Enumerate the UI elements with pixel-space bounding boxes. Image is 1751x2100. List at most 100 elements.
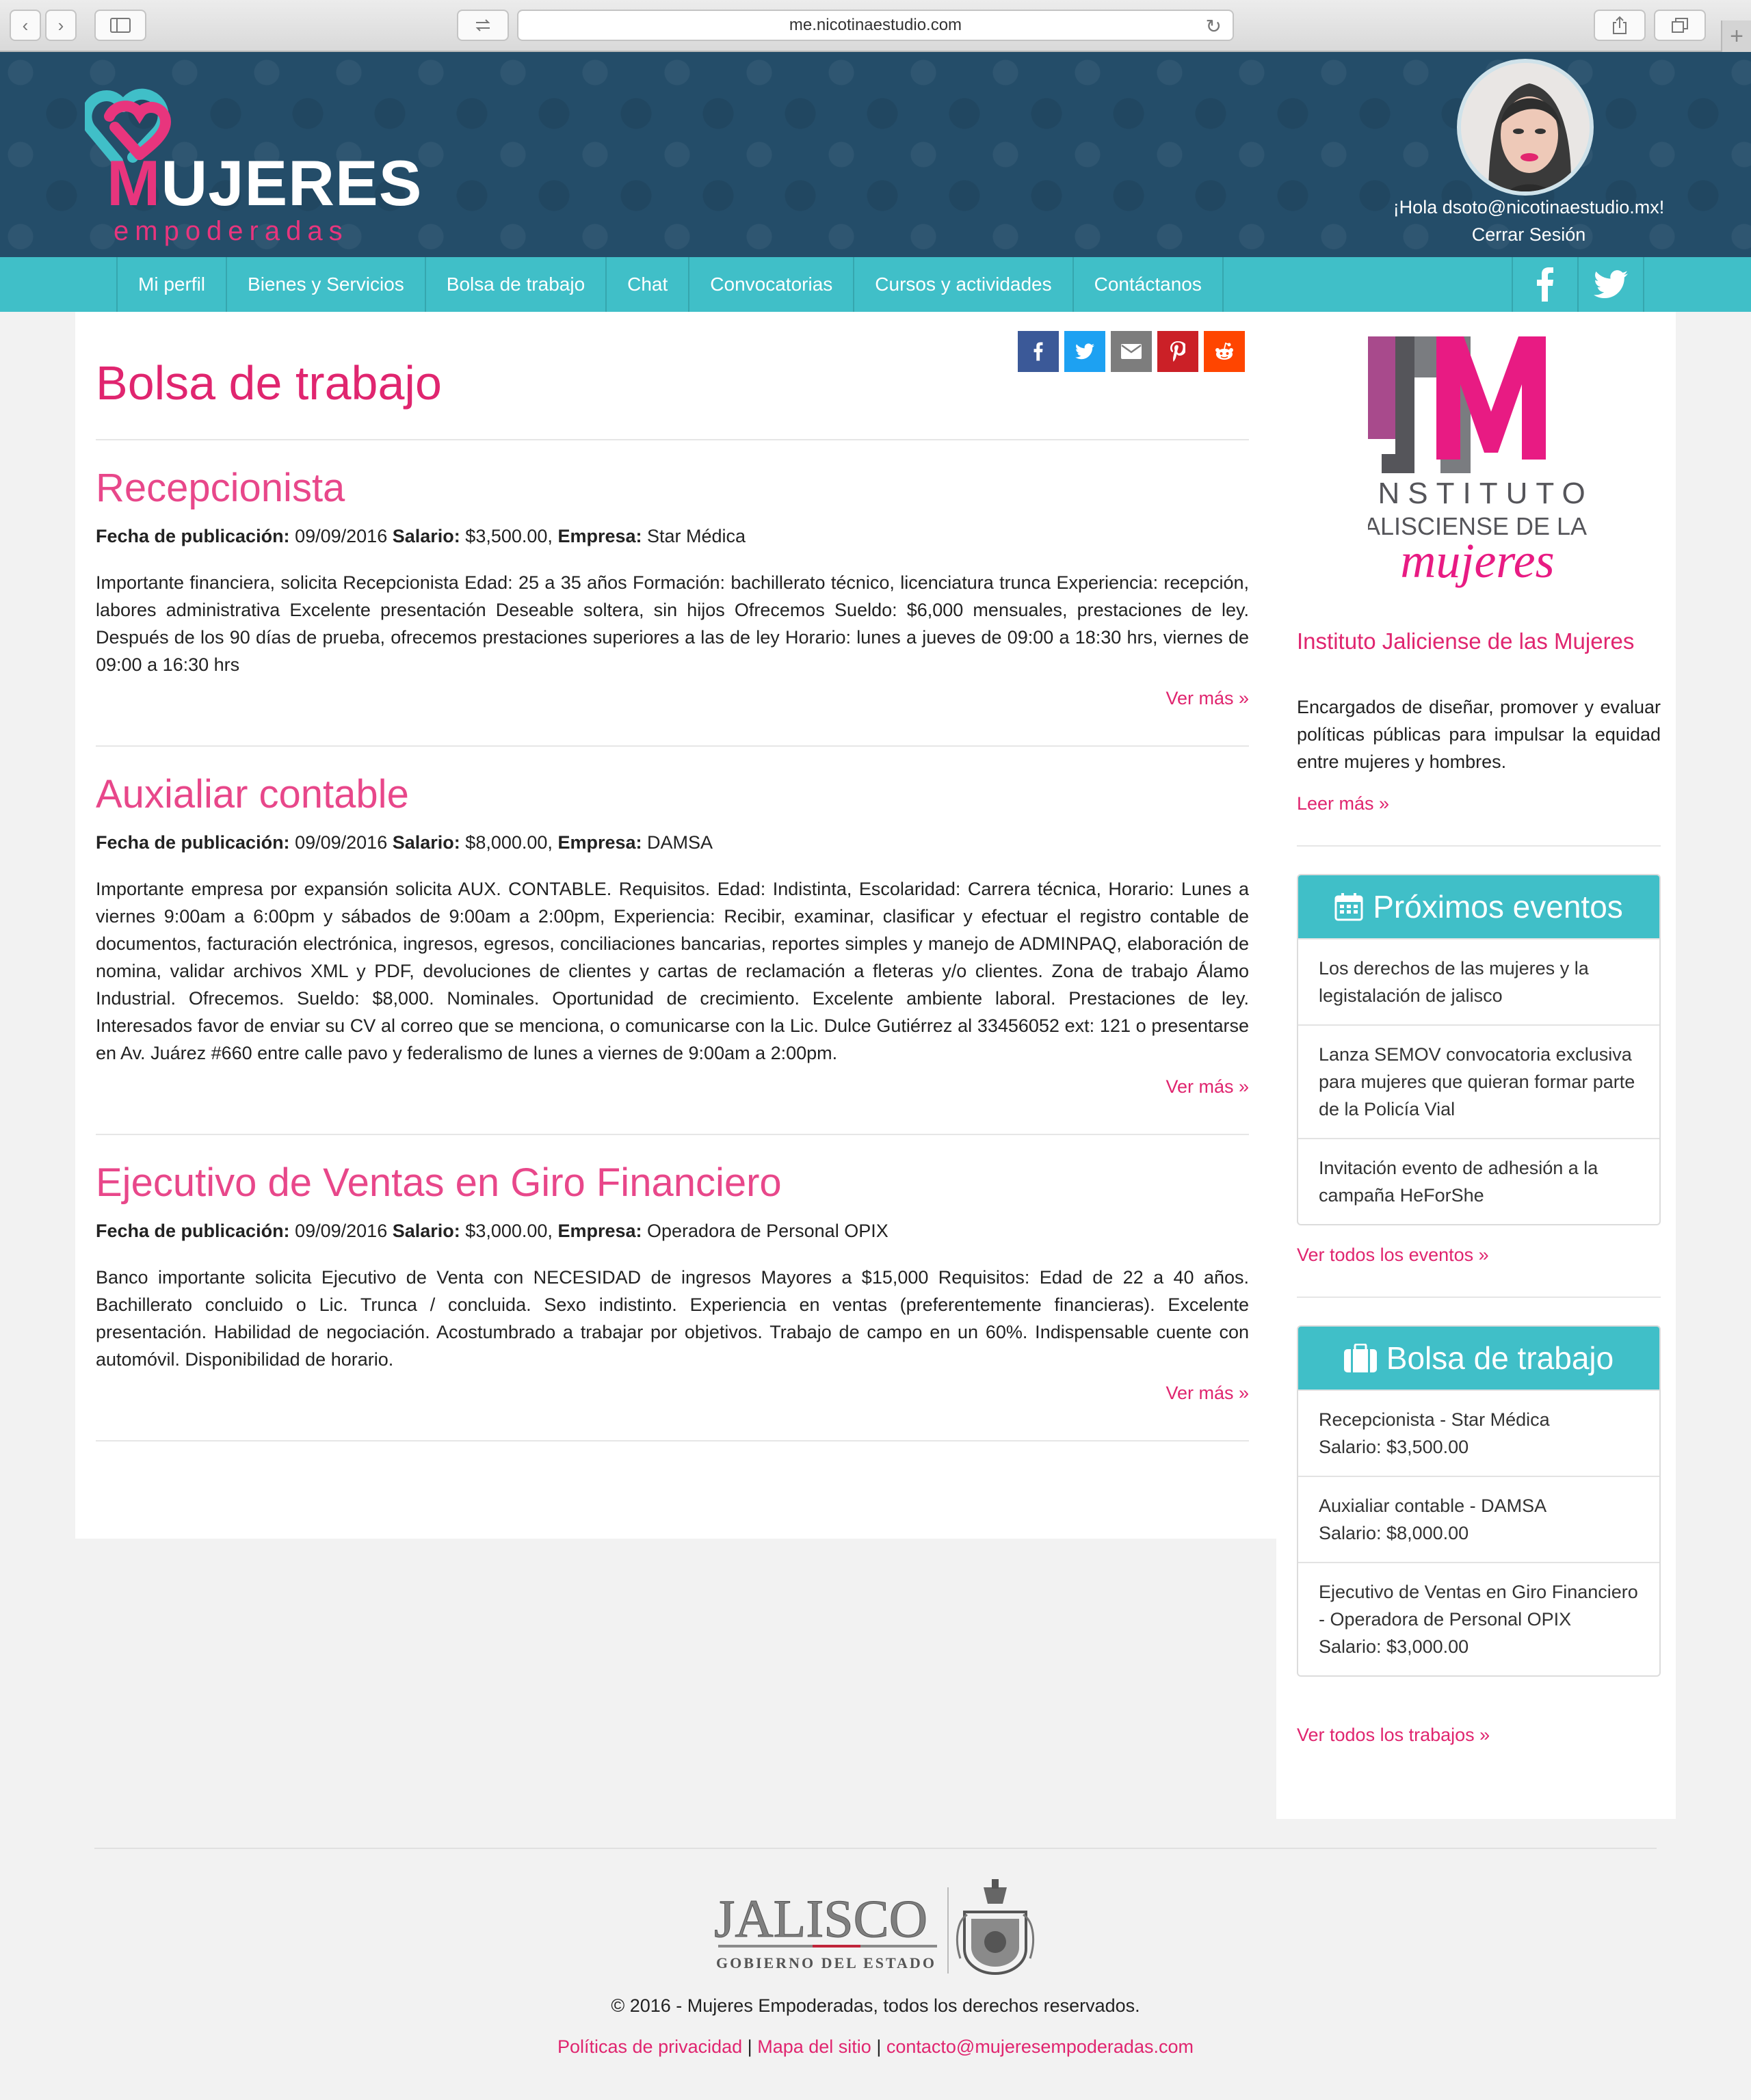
share-button[interactable] [1594,10,1646,41]
job-title[interactable]: Auxialiar contable [96,771,1249,817]
ver-mas-link[interactable]: Ver más » [1166,1383,1249,1404]
logo-instituto-text: INSTITUTO [1368,477,1587,510]
site-logo[interactable]: MUJERES empoderadas [82,86,421,246]
event-item[interactable]: Invitación evento de adhesión a la campa… [1298,1138,1659,1224]
nav-item-mi-perfil[interactable]: Mi perfil [118,257,228,312]
nav-twitter-link[interactable] [1579,257,1644,312]
job-meta: Fecha de publicación: 09/09/2016 Salario… [96,526,1249,547]
job-company: Operadora de Personal OPIX [647,1221,888,1241]
contact-email-link[interactable]: contacto@mujeresempoderadas.com [886,2036,1194,2057]
event-item[interactable]: Lanza SEMOV convocatoria exclusiva para … [1298,1024,1659,1138]
main-content: Bolsa de trabajo Recepcionista Fecha de … [75,312,1276,1539]
logo-word: MUJERES [107,146,422,220]
reader-button[interactable] [457,10,509,41]
nav-social [1512,257,1644,312]
job-list-item[interactable]: Auxialiar contable - DAMSA Salario: $8,0… [1298,1476,1659,1562]
nav-facebook-link[interactable] [1513,257,1579,312]
back-button[interactable]: ‹ [10,10,41,41]
post-divider [96,1134,1249,1135]
plus-icon: + [1730,23,1743,49]
all-events-link[interactable]: Ver todos los eventos » [1297,1245,1489,1266]
jobs-header: Bolsa de trabajo [1298,1327,1659,1390]
company-label: Empresa: [557,526,642,546]
nav-item-cursos[interactable]: Cursos y actividades [854,257,1074,312]
avatar[interactable] [1457,59,1594,196]
chevron-right-icon: › [57,14,64,36]
reload-icon[interactable]: ↻ [1206,15,1222,38]
forward-button[interactable]: › [45,10,77,41]
job-post: Auxialiar contable Fecha de publicación:… [96,771,1249,1097]
footer-divider [94,1848,1657,1849]
job-company: Star Médica [647,526,746,546]
job-meta: Fecha de publicación: 09/09/2016 Salario… [96,832,1249,853]
job-list-item[interactable]: Ejecutivo de Ventas en Giro Financiero -… [1298,1562,1659,1675]
read-more-link[interactable]: Leer más » [1297,793,1389,814]
job-title[interactable]: Ejecutivo de Ventas en Giro Financiero [96,1160,1249,1206]
sidebar: INSTITUTO JALISCIENSE DE LAS mujeres Ins… [1276,312,1676,1819]
footer-separator: | [747,2036,752,2057]
events-widget: Próximos eventos Los derechos de las muj… [1297,874,1661,1225]
nav-item-convocatorias[interactable]: Convocatorias [689,257,855,312]
job-list-item[interactable]: Recepcionista - Star Médica Salario: $3,… [1298,1390,1659,1476]
share-twitter-button[interactable] [1064,331,1105,372]
ver-mas-link[interactable]: Ver más » [1166,688,1249,709]
share-reddit-button[interactable] [1204,331,1245,372]
share-buttons [1018,331,1245,372]
institute-title[interactable]: Instituto Jaliciense de las Mujeres [1297,628,1659,655]
job-title[interactable]: Recepcionista [96,465,1249,511]
sidebar-toggle-button[interactable] [94,10,146,41]
ver-mas-link[interactable]: Ver más » [1166,1076,1249,1098]
post-divider [96,745,1249,747]
share-pinterest-button[interactable] [1157,331,1198,372]
nav-item-bolsa-trabajo[interactable]: Bolsa de trabajo [426,257,607,312]
privacy-link[interactable]: Políticas de privacidad [557,2036,742,2057]
salary-label: Salario: [392,526,460,546]
browser-toolbar: ‹ › me.nicotinaestudio.com ↻ + [0,0,1751,52]
share-email-button[interactable] [1111,331,1152,372]
instituto-logo[interactable]: INSTITUTO JALISCIENSE DE LAS mujeres [1368,336,1587,610]
events-title: Próximos eventos [1373,889,1623,925]
share-facebook-button[interactable] [1018,331,1059,372]
footer-separator: | [876,2036,882,2057]
nav-item-chat[interactable]: Chat [607,257,690,312]
event-item[interactable]: Los derechos de las mujeres y la legista… [1298,938,1659,1024]
salary-label: Salario: [392,832,460,853]
job-list-salary: Salario: $3,500.00 [1319,1437,1469,1457]
gobierno-text: GOBIERNO DEL ESTADO [716,1954,936,1971]
job-description: Banco importante solicita Ejecutivo de V… [96,1267,1249,1370]
company-label: Empresa: [557,832,642,853]
copyright-text: © 2016 - Mujeres Empoderadas, todos los … [611,1995,1140,2016]
title-divider [96,439,1249,440]
job-list-salary: Salario: $3,000.00 [1319,1636,1469,1657]
logo-subtitle: empoderadas [114,216,349,246]
facebook-icon [1537,267,1553,302]
institute-description: Encargados de diseñar, promover y evalua… [1297,697,1661,772]
address-bar[interactable]: me.nicotinaestudio.com ↻ [517,10,1234,41]
url-text: me.nicotinaestudio.com [789,16,962,34]
tabs-button[interactable] [1654,10,1706,41]
twitter-icon [1594,270,1628,298]
job-salary: $8,000.00, [465,832,553,853]
job-post: Ejecutivo de Ventas en Giro Financiero F… [96,1160,1249,1403]
job-salary: $3,000.00, [465,1221,553,1241]
all-jobs-link[interactable]: Ver todos los trabajos » [1297,1725,1490,1746]
date-label: Fecha de publicación: [96,1221,290,1241]
date-label: Fecha de publicación: [96,526,290,546]
chevron-left-icon: ‹ [22,14,29,36]
date-label: Fecha de publicación: [96,832,290,853]
sidebar-divider [1297,1297,1661,1298]
sidebar-divider [1297,845,1661,847]
salary-label: Salario: [392,1221,460,1241]
nav-item-contactanos[interactable]: Contáctanos [1074,257,1224,312]
nav-item-bienes-servicios[interactable]: Bienes y Servicios [227,257,426,312]
user-panel: ¡Hola dsoto@nicotinaestudio.mx! Cerrar S… [1368,52,1689,257]
sitemap-link[interactable]: Mapa del sitio [757,2036,871,2057]
job-date: 09/09/2016 [295,832,388,853]
tabs-icon [1672,18,1688,33]
coat-of-arms-icon [956,1879,1035,1976]
logout-link[interactable]: Cerrar Sesión [1368,224,1689,245]
jalisco-logo[interactable]: JALISCO GOBIERNO DEL ESTADO [710,1874,1038,1976]
page-title: Bolsa de trabajo [96,356,442,410]
job-meta: Fecha de publicación: 09/09/2016 Salario… [96,1221,1249,1242]
new-tab-button[interactable]: + [1721,21,1751,52]
